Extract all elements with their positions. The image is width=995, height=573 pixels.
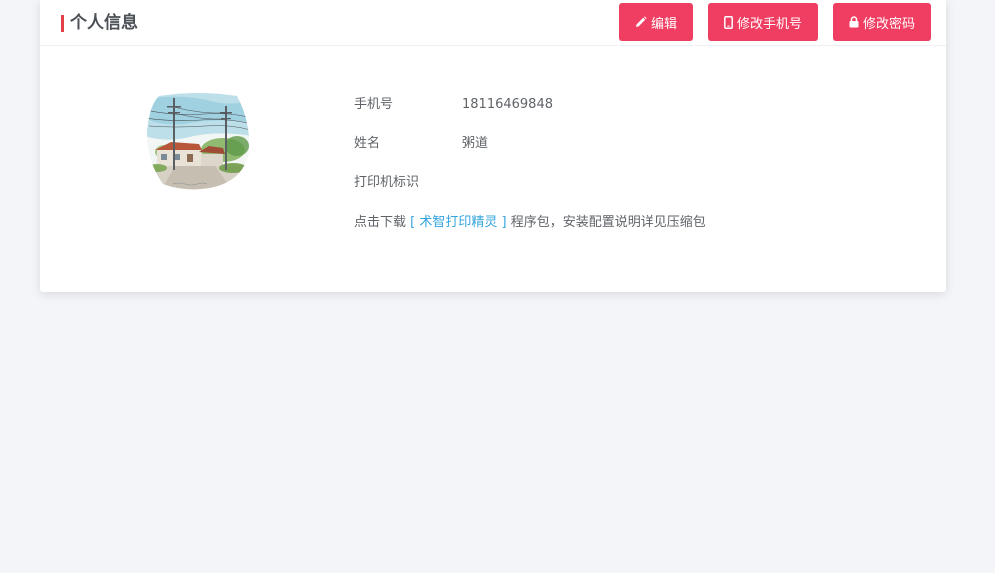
lock-icon — [849, 16, 859, 28]
avatar[interactable] — [145, 92, 251, 194]
change-phone-button[interactable]: 修改手机号 — [708, 3, 818, 41]
page-title: 个人信息 — [70, 13, 138, 33]
mobile-phone-icon — [724, 15, 733, 29]
edit-button-label: 编辑 — [650, 16, 677, 32]
pencil-icon — [635, 16, 647, 28]
download-instructions: 点击下载 [ 术智打印精灵 ] 程序包，安装配置说明详见压缩包 — [354, 214, 706, 232]
edit-button[interactable]: 编辑 — [619, 3, 693, 41]
download-suffix: 程序包，安装配置说明详见压缩包 — [510, 215, 706, 230]
name-value: 粥道 — [462, 136, 489, 151]
phone-label: 手机号 — [354, 97, 394, 112]
printer-id-label: 打印机标识 — [354, 175, 420, 190]
change-password-button[interactable]: 修改密码 — [833, 3, 931, 41]
change-phone-button-label: 修改手机号 — [736, 16, 802, 32]
change-password-button-label: 修改密码 — [862, 16, 915, 32]
profile-card: 个人信息 编辑 修改手机号 修改密码 手机号 18116469848 姓名 粥道… — [40, 0, 946, 292]
card-header: 个人信息 编辑 修改手机号 修改密码 — [40, 0, 946, 46]
download-prefix: 点击下载 — [354, 215, 407, 230]
phone-value: 18116469848 — [462, 97, 553, 112]
title-accent-bar — [61, 15, 64, 32]
download-printer-app-link[interactable]: [ 术智打印精灵 ] — [410, 215, 506, 230]
name-label: 姓名 — [354, 136, 381, 151]
